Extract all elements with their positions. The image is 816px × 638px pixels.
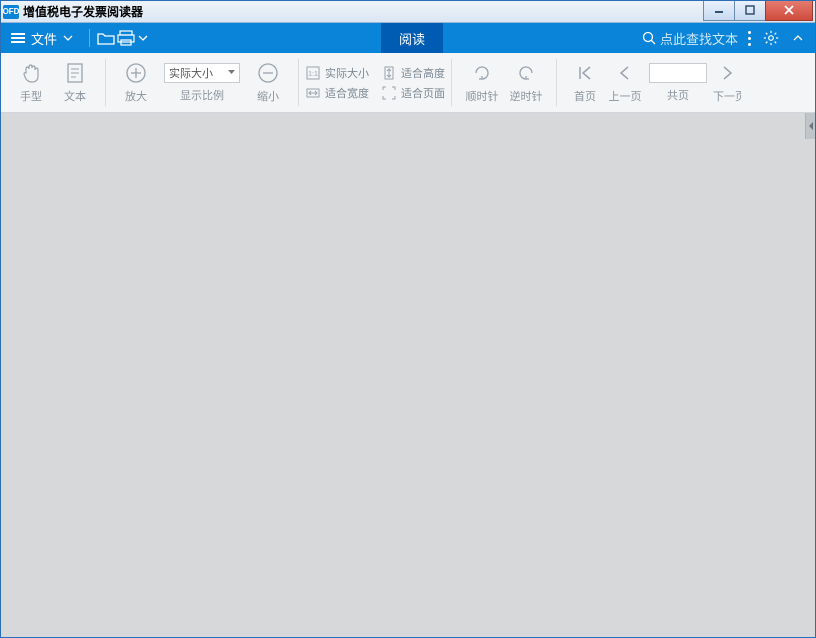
hamburger-icon [11,33,25,43]
prev-page-icon [613,61,637,85]
text-select-icon [63,61,87,85]
first-page-icon [573,61,597,85]
rotate-cw-button[interactable]: 顺时针 [460,61,504,104]
fit-actual-button[interactable]: 1:1 实际大小 [305,65,369,81]
search-box[interactable]: 点此查找文本 [642,29,738,48]
minus-circle-icon [256,61,280,85]
side-panel-toggle[interactable] [805,113,815,139]
zoom-in-button[interactable]: 放大 [114,61,158,104]
rotate-cw-icon [470,61,494,85]
next-page-icon [715,61,739,85]
prev-page-button[interactable]: 上一页 [605,61,645,104]
more-menu-icon[interactable] [748,31,751,46]
rotate-ccw-icon [514,61,538,85]
open-folder-button[interactable] [96,28,116,48]
collapse-ribbon-button[interactable] [791,28,805,48]
app-window: OFD 增值税电子发票阅读器 文件 [0,0,816,638]
search-icon [642,31,656,45]
rotate-ccw-button[interactable]: 逆时针 [504,61,548,104]
fit-actual-icon: 1:1 [305,65,321,81]
fit-height-button[interactable]: 适合高度 [381,65,445,81]
settings-button[interactable] [761,28,781,48]
zoom-out-button[interactable]: 缩小 [246,61,290,104]
print-button[interactable] [116,28,136,48]
tab-read-label: 阅读 [399,29,425,48]
page-number-input[interactable] [649,63,707,83]
file-menu-label: 文件 [31,29,57,48]
quick-dropdown[interactable] [136,28,150,48]
window-title: 增值税电子发票阅读器 [23,3,704,20]
tab-read[interactable]: 阅读 [381,23,443,53]
hand-tool-button[interactable]: 手型 [9,61,53,104]
app-icon: OFD [3,5,19,19]
file-menu[interactable]: 文件 [1,23,83,53]
next-page-button[interactable]: 下一页 [711,61,743,104]
window-controls [704,1,813,21]
titlebar: OFD 增值税电子发票阅读器 [1,1,815,23]
first-page-button[interactable]: 首页 [565,61,605,104]
chevron-down-icon [63,35,73,41]
dropdown-icon [228,70,235,75]
page-total-label: 共页 [667,87,689,103]
plus-circle-icon [124,61,148,85]
close-button[interactable] [765,1,813,21]
document-viewport[interactable] [1,113,815,637]
zoom-select[interactable]: 实际大小 [164,63,240,83]
right-tools: 点此查找文本 [642,23,815,53]
fit-width-icon [305,85,321,101]
fit-height-icon [381,65,397,81]
fit-width-button[interactable]: 适合宽度 [305,85,369,101]
zoom-select-value: 实际大小 [169,65,213,81]
fit-page-button[interactable]: 适合页面 [381,85,445,101]
svg-text:1:1: 1:1 [308,71,318,78]
toolbar: 手型 文本 放大 实际大小 显示比例 缩小 [1,53,815,113]
menubar: 文件 阅读 点此查找文本 [1,23,815,53]
hand-icon [19,61,43,85]
separator [89,29,90,47]
minimize-button[interactable] [703,1,735,21]
zoom-label: 显示比例 [180,87,224,103]
maximize-button[interactable] [734,1,766,21]
fit-page-icon [381,85,397,101]
text-select-button[interactable]: 文本 [53,61,97,104]
search-placeholder: 点此查找文本 [660,29,738,48]
